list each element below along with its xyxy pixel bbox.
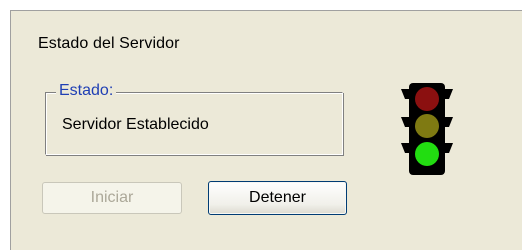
status-value: Servidor Establecido [62,116,209,133]
red-light [415,87,439,111]
status-groupbox: Estado: Servidor Establecido [45,82,343,155]
panel-title: Estado del Servidor [38,35,180,52]
status-legend: Estado: [56,82,117,100]
traffic-light-icon [401,83,453,175]
start-button[interactable]: Iniciar [42,182,182,214]
green-light [415,142,439,166]
server-status-panel: Estado del Servidor Estado: Servidor Est… [10,10,522,250]
stop-button[interactable]: Detener [208,181,347,215]
yellow-light [415,114,439,138]
